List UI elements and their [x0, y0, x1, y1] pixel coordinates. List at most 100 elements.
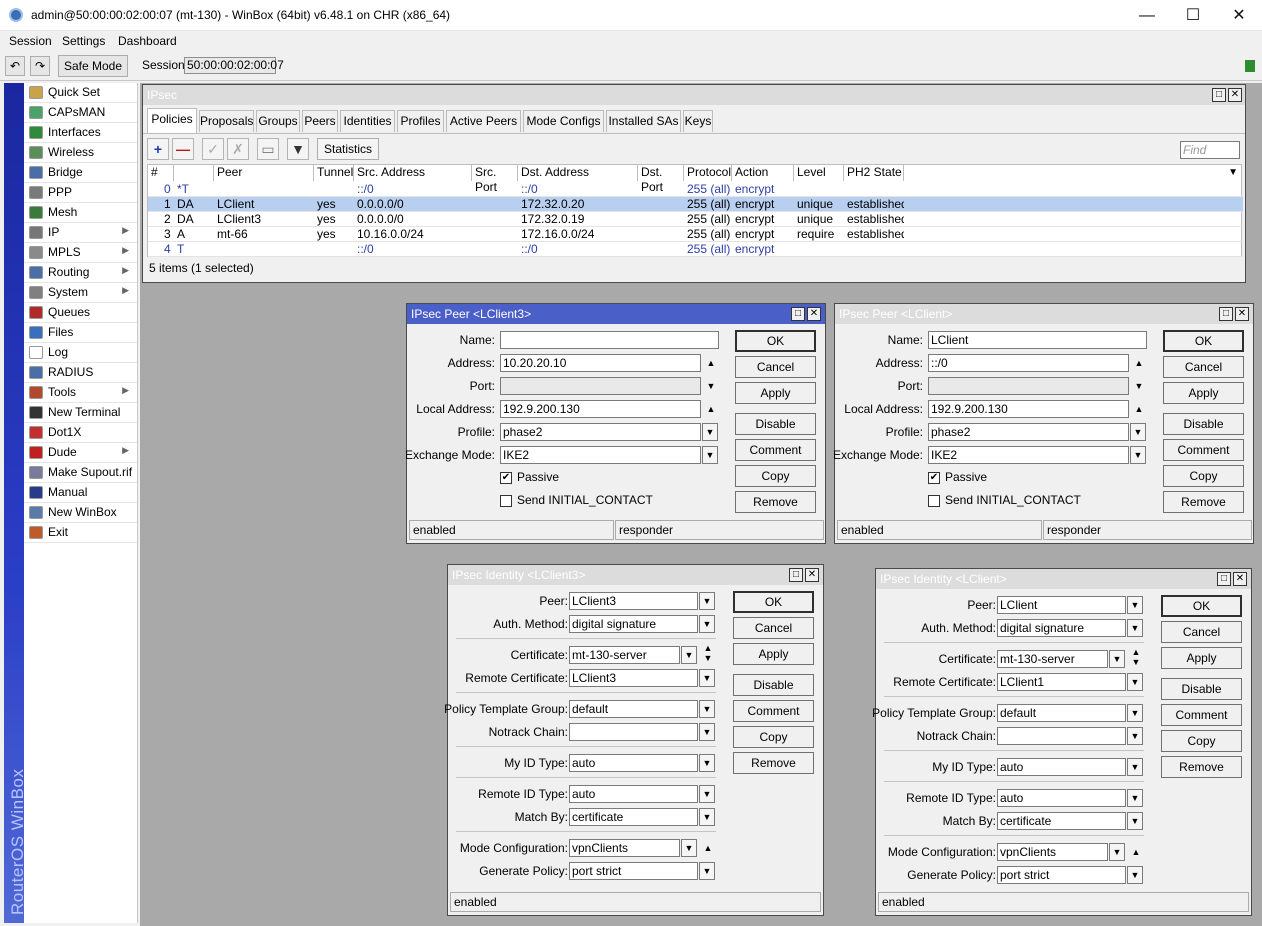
add-icon[interactable]: +	[147, 138, 169, 160]
rcert-field[interactable]: LClient1	[997, 673, 1126, 691]
column-header[interactable]: #	[148, 165, 174, 181]
disable-button[interactable]: Disable	[1163, 413, 1244, 435]
name-field[interactable]: LClient	[928, 331, 1147, 349]
disable-button[interactable]: Disable	[735, 413, 816, 435]
peer-field[interactable]: LClient	[997, 596, 1126, 614]
dropdown-arrow-icon[interactable]: ▼	[1127, 619, 1143, 637]
sidebar-item-new-terminal[interactable]: New Terminal	[24, 403, 137, 423]
comment-button[interactable]: Comment	[733, 700, 814, 722]
auth-field[interactable]: digital signature	[569, 615, 698, 633]
collapse-up-icon[interactable]: ▲	[704, 400, 718, 418]
expand-down-icon[interactable]: ▼	[701, 652, 715, 664]
sidebar-item-system[interactable]: System ▶	[24, 283, 137, 303]
expand-down-icon[interactable]: ▼	[1129, 656, 1143, 668]
disable-button[interactable]: Disable	[733, 674, 814, 696]
remove-icon[interactable]: —	[172, 138, 194, 160]
rcert-field[interactable]: LClient3	[569, 669, 698, 687]
match-field[interactable]: certificate	[997, 812, 1126, 830]
collapse-up-icon[interactable]: ▲	[1132, 400, 1146, 418]
sidebar-item-wireless[interactable]: Wireless	[24, 143, 137, 163]
port-field[interactable]	[500, 377, 701, 395]
tab-peers[interactable]: Peers	[302, 110, 338, 132]
ptg-field[interactable]: default	[997, 704, 1126, 722]
sidebar-item-queues[interactable]: Queues	[24, 303, 137, 323]
minimize-icon[interactable]: —	[1124, 0, 1170, 31]
passive-checkbox[interactable]: ✔	[500, 472, 512, 484]
apply-button[interactable]: Apply	[1161, 647, 1242, 669]
dropdown-arrow-icon[interactable]: ▼	[1130, 446, 1146, 464]
table-row[interactable]: 3 Amt-66 yes 10.16.0.0/24 172.16.0.0/24 255 (…	[148, 227, 1243, 242]
sidebar-item-ppp[interactable]: PPP	[24, 183, 137, 203]
dropdown-arrow-icon[interactable]: ▼	[699, 700, 715, 718]
close-icon[interactable]: ✕	[1233, 572, 1247, 586]
sidebar-item-interfaces[interactable]: Interfaces	[24, 123, 137, 143]
cancel-button[interactable]: Cancel	[1161, 621, 1242, 643]
dropdown-arrow-icon[interactable]: ▼	[1127, 596, 1143, 614]
dropdown-arrow-icon[interactable]: ▼	[1127, 758, 1143, 776]
peer-field[interactable]: LClient3	[569, 592, 698, 610]
collapse-up-icon[interactable]: ▲	[701, 839, 715, 857]
myid-field[interactable]: auto	[569, 754, 698, 772]
local_address-field[interactable]: 192.9.200.130	[500, 400, 701, 418]
column-header[interactable]: Protocol	[684, 165, 732, 181]
dropdown-arrow-icon[interactable]: ▼	[699, 669, 715, 687]
exchange_mode-field[interactable]: IKE2	[928, 446, 1129, 464]
sidebar-item-capsman[interactable]: CAPsMAN	[24, 103, 137, 123]
column-header[interactable]: Dst. Address	[518, 165, 638, 181]
close-icon[interactable]: ✕	[1235, 307, 1249, 321]
table-row[interactable]: 1 DA LClient yes 0.0.0.0/0 172.32.0.20 255 (al…	[148, 197, 1243, 212]
remove-button[interactable]: Remove	[735, 491, 816, 513]
tab-identities[interactable]: Identities	[340, 110, 395, 132]
column-header[interactable]: Src. Address	[354, 165, 472, 181]
tab-mode-configs[interactable]: Mode Configs	[523, 110, 604, 132]
remid-field[interactable]: auto	[997, 789, 1126, 807]
passive-checkbox[interactable]: ✔	[928, 472, 940, 484]
tab-keys[interactable]: Keys	[683, 110, 713, 132]
sidebar-item-tools[interactable]: Tools ▶	[24, 383, 137, 403]
collapse-up-icon[interactable]: ▲	[1129, 843, 1143, 861]
notrack-field[interactable]	[569, 723, 698, 741]
genpol-field[interactable]: port strict	[569, 862, 698, 880]
dropdown-arrow-icon[interactable]: ▼	[1127, 704, 1143, 722]
column-header[interactable]: Action	[732, 165, 794, 181]
copy-button[interactable]: Copy	[1161, 730, 1242, 752]
expand-down-icon[interactable]: ▼	[704, 377, 718, 395]
apply-button[interactable]: Apply	[1163, 382, 1244, 404]
session-field[interactable]: 50:00:00:02:00:07	[184, 57, 284, 74]
column-header[interactable]: Level	[794, 165, 844, 181]
send-initial-contact-checkbox[interactable]	[928, 495, 940, 507]
sidebar-item-dot1x[interactable]: Dot1X	[24, 423, 137, 443]
expand-down-icon[interactable]: ▼	[1132, 377, 1146, 395]
dropdown-arrow-icon[interactable]: ▼	[1127, 866, 1143, 884]
port-field[interactable]	[928, 377, 1129, 395]
address-field[interactable]: ::/0	[928, 354, 1129, 372]
profile-field[interactable]: phase2	[928, 423, 1129, 441]
disable-button[interactable]: Disable	[1161, 678, 1242, 700]
notrack-field[interactable]	[997, 727, 1126, 745]
sidebar-item-exit[interactable]: Exit	[24, 523, 137, 543]
modecfg-field[interactable]: vpnClients	[569, 839, 680, 857]
remove-button[interactable]: Remove	[1163, 491, 1244, 513]
column-header[interactable]: Src. Port	[472, 165, 518, 194]
sidebar-item-mesh[interactable]: Mesh	[24, 203, 137, 223]
name-field[interactable]: LClient3	[500, 331, 719, 349]
close-icon[interactable]: ✕	[805, 568, 819, 582]
dropdown-arrow-icon[interactable]: ▼	[699, 862, 715, 880]
dropdown-arrow-icon[interactable]: ▼	[702, 446, 718, 464]
find-field[interactable]: Find	[1180, 141, 1240, 159]
close-icon[interactable]: ✕	[1228, 88, 1242, 102]
apply-button[interactable]: Apply	[735, 382, 816, 404]
sidebar-item-mpls[interactable]: MPLS ▶	[24, 243, 137, 263]
copy-button[interactable]: Copy	[733, 726, 814, 748]
cert-field[interactable]: mt-130-server	[569, 646, 680, 664]
sidebar-item-bridge[interactable]: Bridge	[24, 163, 137, 183]
sidebar-item-quick-set[interactable]: Quick Set	[24, 83, 137, 103]
dropdown-arrow-icon[interactable]: ▼	[699, 615, 715, 633]
column-header[interactable]: Peer	[214, 165, 314, 181]
dropdown-arrow-icon[interactable]: ▼	[1130, 423, 1146, 441]
table-row[interactable]: 4 T::/0::/0 255 (all) encrypt	[148, 242, 1243, 257]
disable-icon[interactable]: ✗	[227, 138, 249, 160]
dropdown-arrow-icon[interactable]: ▼	[1109, 650, 1125, 668]
cert-field[interactable]: mt-130-server	[997, 650, 1108, 668]
send-initial-contact-checkbox[interactable]	[500, 495, 512, 507]
